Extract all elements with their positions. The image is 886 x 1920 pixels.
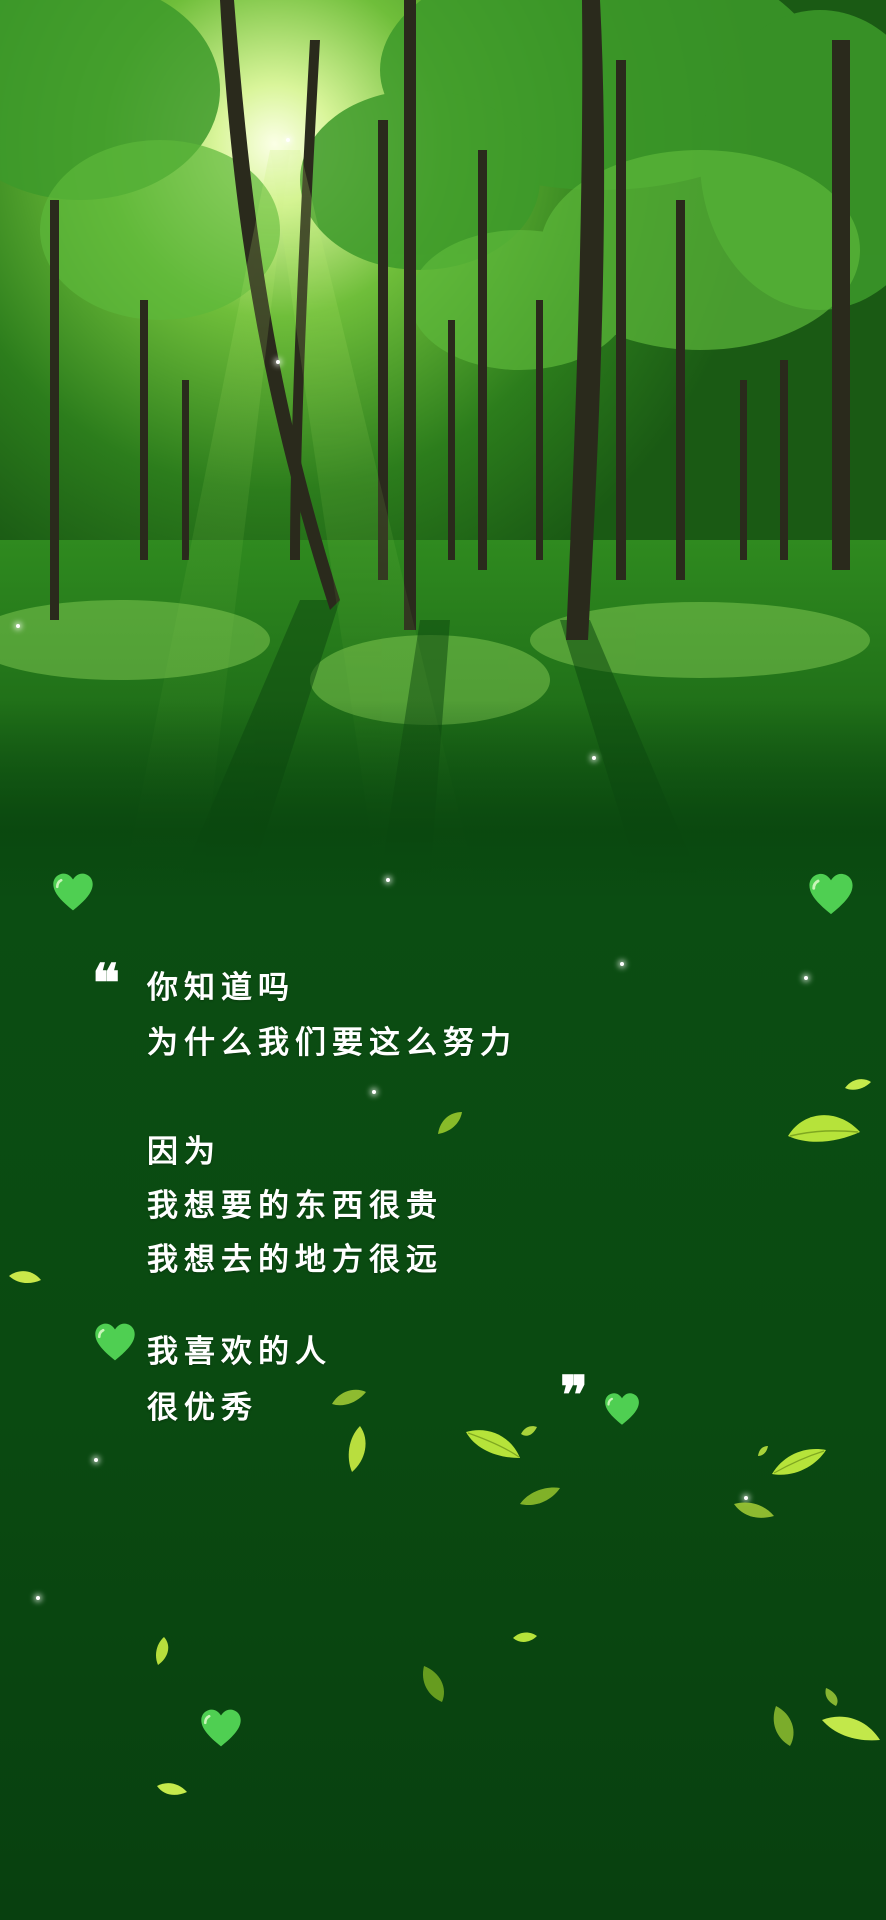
open-quote-mark: ❝ bbox=[92, 953, 120, 1014]
close-quote-mark: ❞ bbox=[560, 1365, 588, 1426]
quote-line: 你知道吗 bbox=[147, 970, 295, 1006]
quote-line: 为什么我们要这么努力 bbox=[147, 1025, 517, 1061]
quote-line: 我喜欢的人 bbox=[147, 1334, 332, 1370]
quote-line: 我想要的东西很贵 bbox=[147, 1188, 443, 1224]
quote-block: ❝ 你知道吗 为什么我们要这么努力 因为 我想要的东西很贵 我想去的地方很远 我… bbox=[0, 0, 886, 1920]
quote-line: 因为 bbox=[147, 1134, 221, 1170]
quote-line: 很优秀 bbox=[147, 1390, 258, 1426]
quote-line: 我想去的地方很远 bbox=[147, 1242, 443, 1278]
